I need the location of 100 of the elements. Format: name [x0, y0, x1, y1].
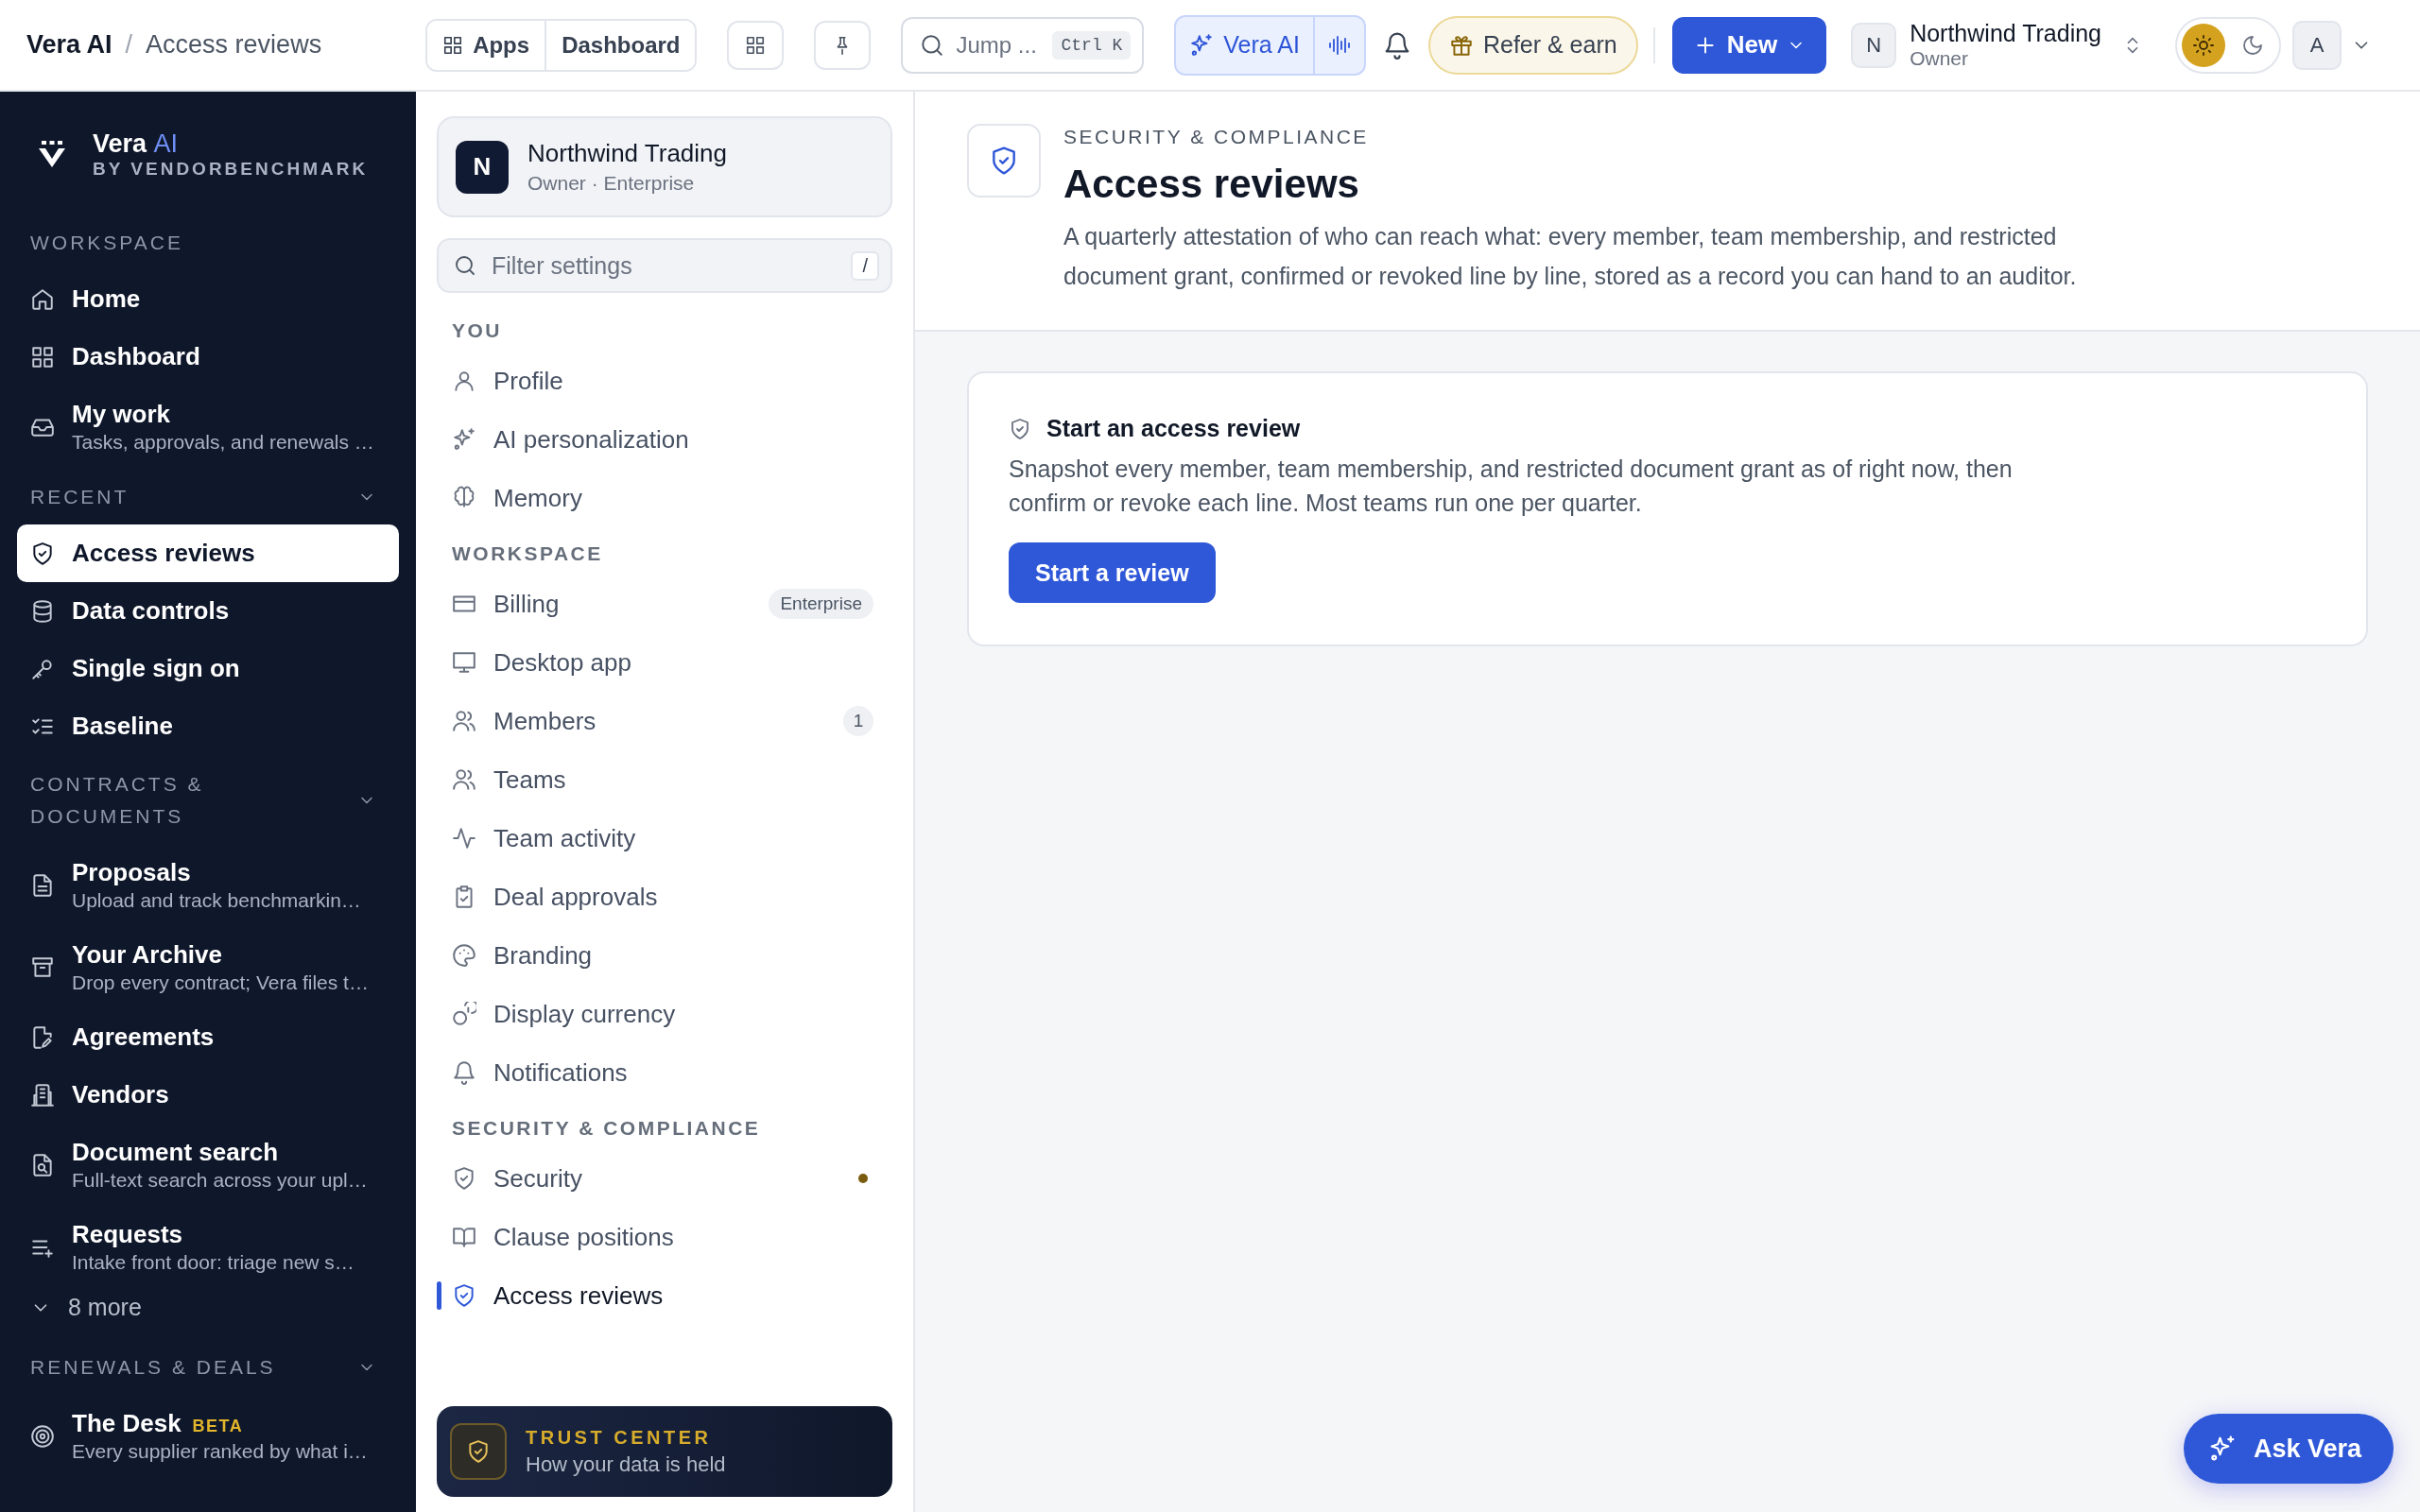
nav-item[interactable]: Agreements: [17, 1008, 399, 1066]
people-icon: [452, 767, 476, 792]
nav-item[interactable]: My work Tasks, approvals, and renewals …: [17, 386, 399, 468]
person-icon: [452, 369, 476, 393]
shortcut-hint: Ctrl K: [1052, 30, 1132, 60]
nav-item[interactable]: Dashboard: [17, 328, 399, 386]
brand-tagline: BY VENDORBENCHMARK: [93, 159, 369, 180]
pin-button[interactable]: [814, 20, 872, 70]
grid-icon: [30, 344, 55, 369]
settings-item[interactable]: Teams: [437, 750, 892, 809]
settings-item[interactable]: Desktop app: [437, 633, 892, 692]
ask-vera-button[interactable]: Ask Vera: [2183, 1414, 2394, 1484]
settings-item[interactable]: AI personalization: [437, 410, 892, 469]
brand-name: Vera AI: [93, 129, 180, 159]
shield-icon: [466, 1439, 491, 1464]
filter-field[interactable]: Filter settings: [490, 250, 838, 281]
settings-item[interactable]: Security: [437, 1149, 892, 1208]
archive-box-icon: [30, 954, 55, 980]
sun-icon: [2192, 33, 2216, 57]
document-icon: [30, 872, 55, 898]
selection-bar: [437, 1281, 441, 1310]
breadcrumb-app[interactable]: Vera AI: [26, 30, 112, 60]
organization-name: Northwind Trading: [527, 139, 727, 168]
settings-item[interactable]: Branding: [437, 926, 892, 985]
nav-item[interactable]: The Desk BETA Every supplier ranked by what i…: [17, 1395, 399, 1477]
building-icon: [30, 1082, 55, 1108]
show-more-link[interactable]: 8 more: [17, 1288, 399, 1338]
nav-item[interactable]: Requests Intake front door: triage new s…: [17, 1206, 399, 1288]
count-badge: 1: [843, 706, 873, 736]
shield-icon: [452, 1283, 476, 1308]
settings-item[interactable]: Deal approvals: [437, 868, 892, 926]
start-review-button[interactable]: Start a review: [1009, 542, 1216, 603]
grid-icon: [745, 34, 767, 56]
sparkle-icon: [1189, 32, 1215, 58]
organization-card[interactable]: N Northwind Trading Owner · Enterprise: [437, 116, 892, 217]
beta-label: BETA: [192, 1417, 244, 1436]
settings-item[interactable]: Team activity: [437, 809, 892, 868]
page-eyebrow: SECURITY & COMPLIANCE: [1063, 126, 1370, 148]
shield-icon: [30, 541, 55, 566]
card-title: Start an access review: [1046, 415, 1301, 442]
section-heading: WORKSPACE: [30, 231, 184, 255]
group-heading: WORKSPACE: [451, 541, 604, 566]
document-search-icon: [30, 1152, 55, 1177]
dashboard-button[interactable]: Dashboard: [544, 20, 696, 70]
shortcut-hint: /: [851, 250, 879, 281]
nav-item[interactable]: Proposals Upload and track benchmarkin…: [17, 844, 399, 926]
workspace-name[interactable]: Northwind Trading: [1910, 20, 2102, 47]
book-icon: [452, 1225, 476, 1249]
assistant-button[interactable]: Vera AI: [1176, 16, 1313, 74]
workspace-initial: N: [1851, 22, 1897, 68]
nav-item[interactable]: Document search Full-text search across your upl…: [17, 1124, 399, 1206]
nav-item[interactable]: Baseline: [17, 697, 399, 755]
filter-box[interactable]: Filter settings /: [437, 238, 892, 293]
group-heading: YOU: [451, 318, 503, 343]
nav-item[interactable]: Access reviews: [17, 524, 399, 582]
settings-item[interactable]: Notifications: [437, 1043, 892, 1102]
settings-item[interactable]: Members 1: [437, 692, 892, 750]
trust-center-title: TRUST CENTER: [526, 1426, 713, 1449]
page-description: A quarterly attestation of who can reach what: every member, team membership, and restricted document grant, confirmed or revoked line by line, stored as a record you can hand to an auditor.: [1063, 222, 2078, 291]
sparkle-icon: [452, 427, 476, 452]
card-text: Snapshot every member, team membership, and restricted document grant as of right now, then confirm or revoke each line. Most teams run one per quarter.: [1009, 455, 2014, 518]
breadcrumb-page: Access reviews: [146, 30, 322, 60]
refer-button[interactable]: Refer & earn: [1427, 15, 1638, 75]
nav-item[interactable]: Data controls: [17, 582, 399, 640]
house-icon: [30, 286, 55, 312]
light-theme-button[interactable]: [2182, 23, 2226, 67]
shield-icon: [452, 1166, 476, 1191]
nav-item[interactable]: Single sign on: [17, 640, 399, 697]
organization-role: Owner · Enterprise: [527, 172, 696, 195]
new-button[interactable]: New: [1671, 16, 1827, 74]
shield-icon: [1009, 417, 1031, 440]
logo-icon: [36, 140, 68, 169]
settings-item[interactable]: Profile: [437, 352, 892, 410]
settings-item[interactable]: Clause positions: [437, 1208, 892, 1266]
people-icon: [452, 709, 476, 733]
page-title: Access reviews: [1063, 162, 1360, 207]
pulse-icon: [452, 826, 476, 850]
nav-item[interactable]: Home: [17, 270, 399, 328]
database-icon: [30, 598, 55, 624]
count-badge: Enterprise: [769, 589, 873, 619]
avatar[interactable]: A: [2292, 20, 2342, 70]
trust-center-subtitle: How your data is held: [526, 1452, 726, 1477]
search-icon: [920, 32, 945, 58]
monitor-icon: [452, 650, 476, 675]
grid-icon: [442, 34, 464, 56]
breadcrumb-separator: /: [125, 30, 133, 60]
workspace-role: Owner: [1910, 47, 1969, 70]
settings-item[interactable]: Memory: [437, 469, 892, 527]
grid-button[interactable]: [727, 20, 785, 70]
section-heading: CONTRACTS & DOCUMENTS: [30, 772, 205, 829]
settings-item[interactable]: Billing Enterprise: [437, 575, 892, 633]
bell-icon: [452, 1060, 476, 1085]
section-heading: RENEWALS & DEALS: [30, 1355, 277, 1380]
settings-item[interactable]: Access reviews: [437, 1266, 892, 1325]
nav-item[interactable]: Vendors: [17, 1066, 399, 1124]
search-box[interactable]: Jump ... Ctrl K: [901, 16, 1145, 74]
target-icon: [30, 1423, 55, 1449]
nav-item[interactable]: Your Archive Drop every contract; Vera files t…: [17, 926, 399, 1008]
trust-center-card[interactable]: TRUST CENTER How your data is held: [437, 1406, 892, 1497]
settings-item[interactable]: Display currency: [437, 985, 892, 1043]
